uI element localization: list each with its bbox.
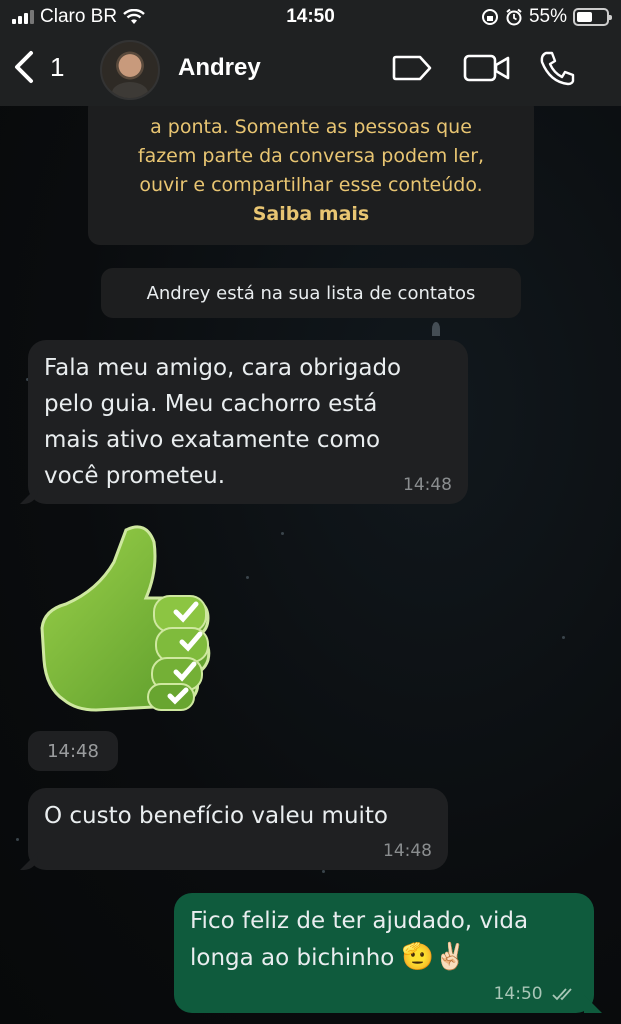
phone-icon[interactable]: [538, 50, 576, 86]
status-bar: Claro BR 14:50 55%: [0, 0, 621, 34]
encryption-notice[interactable]: a ponta. Somente as pessoas que fazem pa…: [88, 96, 534, 245]
chevron-left-icon: [15, 51, 33, 83]
message-line: Fico feliz de ter ajudado, vida: [190, 908, 529, 934]
sticker-time: 14:48: [28, 731, 118, 771]
alarm-icon: [506, 8, 522, 26]
battery-icon: [573, 8, 612, 26]
contact-in-list-notice: Andrey está na sua lista de contatos: [101, 268, 521, 318]
encryption-notice-line: fazem parte da conversa podem ler,: [137, 145, 485, 167]
message-line: O custo benefício valeu muito: [44, 803, 389, 829]
top-bar: Claro BR 14:50 55% 1 Andrey: [0, 0, 621, 106]
read-receipt-icon: [552, 988, 572, 1001]
outgoing-message[interactable]: Fico feliz de ter ajudado, vida longa ao…: [174, 893, 594, 1013]
message-meta: 14:50: [494, 986, 578, 1003]
chat-header: 1 Andrey: [0, 34, 621, 106]
learn-more-link[interactable]: Saiba mais: [88, 200, 534, 229]
incoming-message[interactable]: O custo benefício valeu muito 14:48: [28, 788, 448, 870]
message-time: 14:50: [493, 984, 543, 1004]
message-line: Fala meu amigo, cara obrigado: [44, 355, 402, 381]
message-time: 14:48: [383, 841, 432, 861]
message-line: você prometeu.: [44, 463, 226, 489]
unread-count: 1: [50, 51, 65, 82]
thumbs-up-sticker[interactable]: [36, 520, 226, 720]
message-line: longa ao bichinho 🫡✌🏻: [190, 939, 578, 976]
video-call-icon[interactable]: [463, 52, 511, 84]
message-line: pelo guia. Meu cachorro está: [44, 391, 378, 417]
message-line: mais ativo exatamente como: [44, 427, 381, 453]
battery-percentage: 55%: [528, 6, 567, 27]
message-time: 14:48: [403, 475, 452, 495]
encryption-notice-line: a ponta. Somente as pessoas que: [150, 116, 472, 138]
back-button[interactable]: 1: [12, 50, 64, 84]
encryption-notice-line: ouvir e compartilhar esse conteúdo.: [139, 174, 483, 196]
contact-name[interactable]: Andrey: [178, 54, 261, 82]
incoming-message[interactable]: Fala meu amigo, cara obrigado pelo guia.…: [28, 340, 468, 504]
contact-avatar[interactable]: [100, 40, 160, 100]
message-text: longa ao bichinho: [190, 945, 395, 971]
orientation-lock-icon: [481, 9, 498, 25]
label-tag-icon[interactable]: [392, 52, 434, 84]
emoji-salute-victory: 🫡✌🏻: [401, 942, 467, 972]
